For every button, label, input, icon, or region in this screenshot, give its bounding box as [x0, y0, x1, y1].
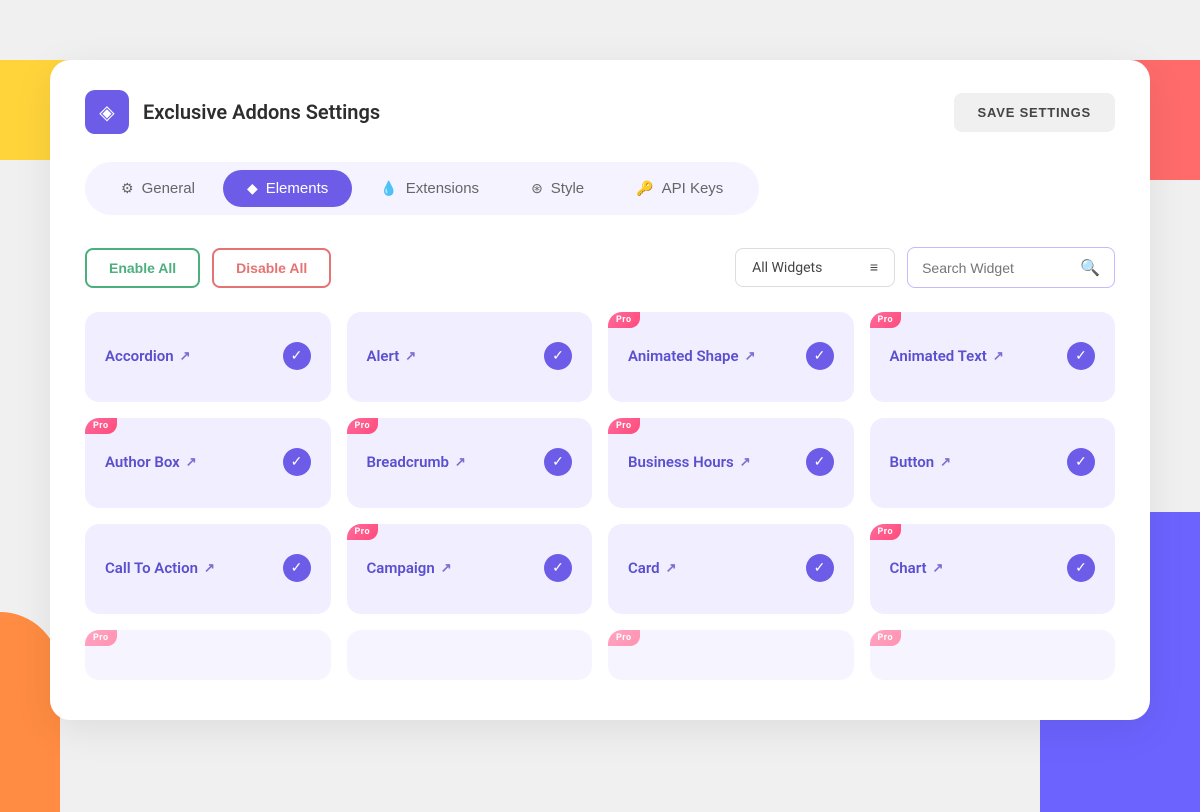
tab-api-keys[interactable]: 🔑 API Keys [612, 170, 747, 207]
style-icon: ⊛ [531, 180, 543, 197]
link-icon: ↗ [204, 561, 215, 576]
link-icon: ↗ [993, 349, 1004, 364]
widget-name-breadcrumb: Breadcrumb ↗ [367, 453, 466, 471]
widget-card-author-box[interactable]: Pro Author Box ↗ ✓ [85, 418, 331, 508]
widget-toggle-accordion[interactable]: ✓ [283, 342, 311, 370]
pro-badge: Pro [608, 418, 640, 434]
widget-toggle-call-to-action[interactable]: ✓ [283, 554, 311, 582]
tabs-bar: ⚙ General ◆ Elements 💧 Extensions ⊛ Styl… [85, 162, 759, 215]
link-icon: ↗ [666, 561, 677, 576]
widget-card-widget-14[interactable] [347, 630, 593, 680]
controls-row: Enable All Disable All All Widgets ≡ 🔍 [85, 247, 1115, 288]
search-widget-container: 🔍 [907, 247, 1115, 288]
pro-badge: Pro [608, 630, 640, 646]
widget-name-campaign: Campaign ↗ [367, 559, 452, 577]
widget-card-alert[interactable]: Alert ↗ ✓ [347, 312, 593, 402]
tab-style[interactable]: ⊛ Style [507, 170, 608, 207]
search-input[interactable] [922, 260, 1072, 276]
widget-name-chart: Chart ↗ [890, 559, 944, 577]
link-icon: ↗ [933, 561, 944, 576]
widget-name-call-to-action: Call To Action ↗ [105, 559, 215, 577]
widget-name-author-box: Author Box ↗ [105, 453, 197, 471]
link-icon: ↗ [186, 455, 197, 470]
disable-all-button[interactable]: Disable All [212, 248, 331, 288]
general-icon: ⚙ [121, 180, 134, 197]
page-title: Exclusive Addons Settings [143, 100, 380, 124]
widget-toggle-animated-shape[interactable]: ✓ [806, 342, 834, 370]
pro-badge: Pro [85, 630, 117, 646]
widget-toggle-chart[interactable]: ✓ [1067, 554, 1095, 582]
widget-toggle-card[interactable]: ✓ [806, 554, 834, 582]
link-icon: ↗ [455, 455, 466, 470]
widget-toggle-business-hours[interactable]: ✓ [806, 448, 834, 476]
widget-card-widget-13[interactable]: Pro [85, 630, 331, 680]
widget-toggle-campaign[interactable]: ✓ [544, 554, 572, 582]
widget-name-button: Button ↗ [890, 453, 952, 471]
pro-badge: Pro [347, 418, 379, 434]
widget-card-call-to-action[interactable]: Call To Action ↗ ✓ [85, 524, 331, 614]
widget-card-accordion[interactable]: Accordion ↗ ✓ [85, 312, 331, 402]
pro-badge: Pro [347, 524, 379, 540]
tab-general[interactable]: ⚙ General [97, 170, 219, 207]
widget-name-animated-shape: Animated Shape ↗ [628, 347, 755, 365]
api-keys-icon: 🔑 [636, 180, 653, 197]
pro-badge: Pro [870, 524, 902, 540]
controls-right: All Widgets ≡ 🔍 [735, 247, 1115, 288]
widget-name-business-hours: Business Hours ↗ [628, 453, 751, 471]
logo-icon: ◈ [85, 90, 129, 134]
widgets-grid: Accordion ↗ ✓ Alert ↗ ✓ Pro Animated Shape ↗ ✓… [85, 312, 1115, 680]
controls-left: Enable All Disable All [85, 248, 331, 288]
widget-card-widget-15[interactable]: Pro [608, 630, 854, 680]
all-widgets-dropdown[interactable]: All Widgets ≡ [735, 248, 895, 287]
pro-badge: Pro [870, 312, 902, 328]
save-settings-button[interactable]: SAVE SETTINGS [954, 93, 1115, 132]
widget-card-button[interactable]: Button ↗ ✓ [870, 418, 1116, 508]
widget-card-card[interactable]: Card ↗ ✓ [608, 524, 854, 614]
widget-card-business-hours[interactable]: Pro Business Hours ↗ ✓ [608, 418, 854, 508]
dropdown-arrow-icon: ≡ [870, 259, 878, 276]
widget-card-campaign[interactable]: Pro Campaign ↗ ✓ [347, 524, 593, 614]
widget-card-breadcrumb[interactable]: Pro Breadcrumb ↗ ✓ [347, 418, 593, 508]
header: ◈ Exclusive Addons Settings SAVE SETTING… [85, 90, 1115, 134]
elements-icon: ◆ [247, 180, 258, 197]
link-icon: ↗ [180, 349, 191, 364]
link-icon: ↗ [441, 561, 452, 576]
widget-card-animated-text[interactable]: Pro Animated Text ↗ ✓ [870, 312, 1116, 402]
link-icon: ↗ [405, 349, 416, 364]
tab-elements[interactable]: ◆ Elements [223, 170, 352, 207]
widget-card-animated-shape[interactable]: Pro Animated Shape ↗ ✓ [608, 312, 854, 402]
widget-toggle-breadcrumb[interactable]: ✓ [544, 448, 572, 476]
enable-all-button[interactable]: Enable All [85, 248, 200, 288]
widget-toggle-button[interactable]: ✓ [1067, 448, 1095, 476]
widget-toggle-alert[interactable]: ✓ [544, 342, 572, 370]
link-icon: ↗ [940, 455, 951, 470]
widget-name-animated-text: Animated Text ↗ [890, 347, 1004, 365]
widget-toggle-author-box[interactable]: ✓ [283, 448, 311, 476]
link-icon: ↗ [740, 455, 751, 470]
header-left: ◈ Exclusive Addons Settings [85, 90, 380, 134]
widget-card-widget-16[interactable]: Pro [870, 630, 1116, 680]
widget-name-accordion: Accordion ↗ [105, 347, 191, 365]
search-icon: 🔍 [1080, 258, 1100, 277]
extensions-icon: 💧 [380, 180, 397, 197]
main-panel: ◈ Exclusive Addons Settings SAVE SETTING… [50, 60, 1150, 720]
link-icon: ↗ [745, 349, 756, 364]
pro-badge: Pro [608, 312, 640, 328]
widget-name-alert: Alert ↗ [367, 347, 417, 365]
widget-card-chart[interactable]: Pro Chart ↗ ✓ [870, 524, 1116, 614]
widget-toggle-animated-text[interactable]: ✓ [1067, 342, 1095, 370]
pro-badge: Pro [870, 630, 902, 646]
tab-extensions[interactable]: 💧 Extensions [356, 170, 503, 207]
pro-badge: Pro [85, 418, 117, 434]
widget-name-card: Card ↗ [628, 559, 676, 577]
